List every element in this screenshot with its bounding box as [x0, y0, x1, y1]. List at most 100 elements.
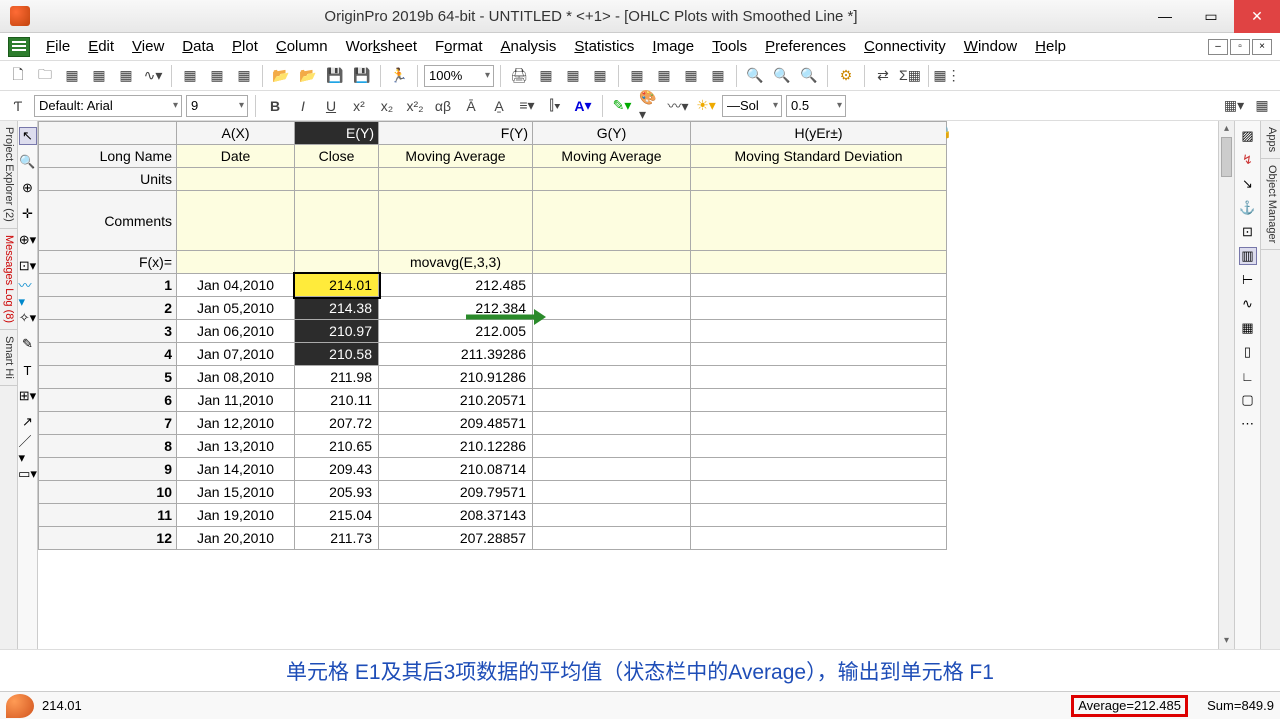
row-number[interactable]: 7 — [39, 412, 177, 435]
anchor-icon[interactable]: ⚓ — [1239, 199, 1257, 217]
meta-units-H[interactable] — [691, 168, 947, 191]
cell-G6[interactable] — [533, 389, 691, 412]
cell-G8[interactable] — [533, 435, 691, 458]
cell-H4[interactable] — [691, 343, 947, 366]
cell-F5[interactable]: 210.91286 — [379, 366, 533, 389]
layer-icon[interactable]: ▦ — [652, 64, 676, 88]
meta-comments-A[interactable] — [177, 191, 295, 251]
meta-fx-A[interactable] — [177, 251, 295, 274]
print-icon[interactable]: 🖨 — [507, 64, 531, 88]
run-icon[interactable]: 🏃 — [387, 64, 411, 88]
menu-image[interactable]: Image — [644, 34, 702, 59]
hatch-icon[interactable]: ▨ — [1239, 127, 1257, 145]
dots-icon[interactable]: ⋯ — [1239, 415, 1257, 433]
cell-F6[interactable]: 210.20571 — [379, 389, 533, 412]
mdi-restore-button[interactable]: ▫ — [1230, 39, 1250, 55]
more-icon[interactable]: ▦⋮ — [935, 64, 959, 88]
supersub-icon[interactable]: x²₂ — [403, 94, 427, 118]
row-number[interactable]: 11 — [39, 504, 177, 527]
cell-E12[interactable]: 211.73 — [295, 527, 379, 550]
column-header-G[interactable]: G(Y) — [533, 122, 691, 145]
cell-F11[interactable]: 208.37143 — [379, 504, 533, 527]
italic-icon[interactable]: I — [291, 94, 315, 118]
cell-E5[interactable]: 211.98 — [295, 366, 379, 389]
new-workbook-icon[interactable]: ▦ — [60, 64, 84, 88]
row-label-long[interactable]: Long Name — [39, 145, 177, 168]
save-template-icon[interactable]: 💾 — [350, 64, 374, 88]
curve-icon[interactable]: ↘ — [1239, 175, 1257, 193]
cell-E2[interactable]: 214.38 — [295, 297, 379, 320]
print-preview-icon[interactable]: ▦ — [534, 64, 558, 88]
menu-preferences[interactable]: Preferences — [757, 34, 854, 59]
row-number[interactable]: 2 — [39, 297, 177, 320]
font-name-combo[interactable]: Default: Arial — [34, 95, 182, 117]
cell-F12[interactable]: 207.28857 — [379, 527, 533, 550]
cell-G12[interactable] — [533, 527, 691, 550]
cursor-icon[interactable]: ⊕▾ — [19, 231, 37, 249]
underline-icon[interactable]: U — [319, 94, 343, 118]
palette-icon[interactable]: ▦▾ — [1222, 94, 1246, 118]
open-icon[interactable]: 📂 — [269, 64, 293, 88]
cell-E7[interactable]: 207.72 — [295, 412, 379, 435]
meta-units-G[interactable] — [533, 168, 691, 191]
cell-G9[interactable] — [533, 458, 691, 481]
rect-icon[interactable]: ▭▾ — [19, 465, 37, 483]
font-dec-icon[interactable]: A̱ — [487, 94, 511, 118]
region-icon[interactable]: ✧▾ — [19, 309, 37, 327]
meta-comments-E[interactable] — [295, 191, 379, 251]
cell-G3[interactable] — [533, 320, 691, 343]
mdi-minimize-button[interactable]: – — [1208, 39, 1228, 55]
batch-icon[interactable]: ▦ — [205, 64, 229, 88]
cell-H3[interactable] — [691, 320, 947, 343]
align-icon[interactable]: ≡▾ — [515, 94, 539, 118]
menu-help[interactable]: Help — [1027, 34, 1074, 59]
cell-A8[interactable]: Jan 13,2010 — [177, 435, 295, 458]
cell-G2[interactable] — [533, 297, 691, 320]
lighting-icon[interactable]: ☀▾ — [694, 94, 718, 118]
cell-H2[interactable] — [691, 297, 947, 320]
cell-F4[interactable]: 211.39286 — [379, 343, 533, 366]
cell-H7[interactable] — [691, 412, 947, 435]
column-header-E[interactable]: E(Y) — [295, 122, 379, 145]
digitize-icon[interactable]: ▦ — [625, 64, 649, 88]
cell-A10[interactable]: Jan 15,2010 — [177, 481, 295, 504]
cell-H6[interactable] — [691, 389, 947, 412]
cell-F1[interactable]: 212.485 — [379, 274, 533, 297]
tab-project-explorer[interactable]: Project Explorer (2) — [0, 121, 17, 229]
cell-E10[interactable]: 205.93 — [295, 481, 379, 504]
cell-E8[interactable]: 210.65 — [295, 435, 379, 458]
column-header-H[interactable]: H(yEr±) — [691, 122, 947, 145]
menu-worksheet[interactable]: Worksheet — [338, 34, 425, 59]
row-number[interactable]: 4 — [39, 343, 177, 366]
row-number[interactable]: 5 — [39, 366, 177, 389]
column-header-A[interactable]: A(X) — [177, 122, 295, 145]
cell-A12[interactable]: Jan 20,2010 — [177, 527, 295, 550]
mdi-close-button[interactable]: × — [1252, 39, 1272, 55]
zoom-in-icon[interactable]: 🔍 — [770, 64, 794, 88]
cell-A2[interactable]: Jan 05,2010 — [177, 297, 295, 320]
cell-E3[interactable]: 210.97 — [295, 320, 379, 343]
row-number[interactable]: 1 — [39, 274, 177, 297]
grid-tool-icon[interactable]: ▦ — [1250, 94, 1274, 118]
menu-column[interactable]: Column — [268, 34, 336, 59]
histogram-icon[interactable]: ▥ — [1239, 247, 1257, 265]
meta-units-E[interactable] — [295, 168, 379, 191]
grid-icon[interactable]: ▦ — [1239, 319, 1257, 337]
zoom-out-icon[interactable]: 🔍 — [797, 64, 821, 88]
cell-H9[interactable] — [691, 458, 947, 481]
row-number[interactable]: 8 — [39, 435, 177, 458]
row-label-units[interactable]: Units — [39, 168, 177, 191]
meta-fx-G[interactable] — [533, 251, 691, 274]
meta-comments-G[interactable] — [533, 191, 691, 251]
rescale-icon[interactable]: 🔍 — [743, 64, 767, 88]
row-number[interactable]: 6 — [39, 389, 177, 412]
meta-long-H[interactable]: Moving Standard Deviation — [691, 145, 947, 168]
font-size-combo[interactable]: 9 — [186, 95, 248, 117]
tab-apps[interactable]: Apps — [1261, 121, 1280, 159]
new-project-icon[interactable]: 🗋 — [6, 64, 30, 88]
row-number[interactable]: 3 — [39, 320, 177, 343]
fit-icon[interactable]: ∿ — [1239, 295, 1257, 313]
layer-tool-icon[interactable]: ▯ — [1239, 343, 1257, 361]
new-folder-icon[interactable]: 🗀 — [33, 64, 57, 88]
meta-fx-F[interactable]: movavg(E,3,3) — [379, 251, 533, 274]
